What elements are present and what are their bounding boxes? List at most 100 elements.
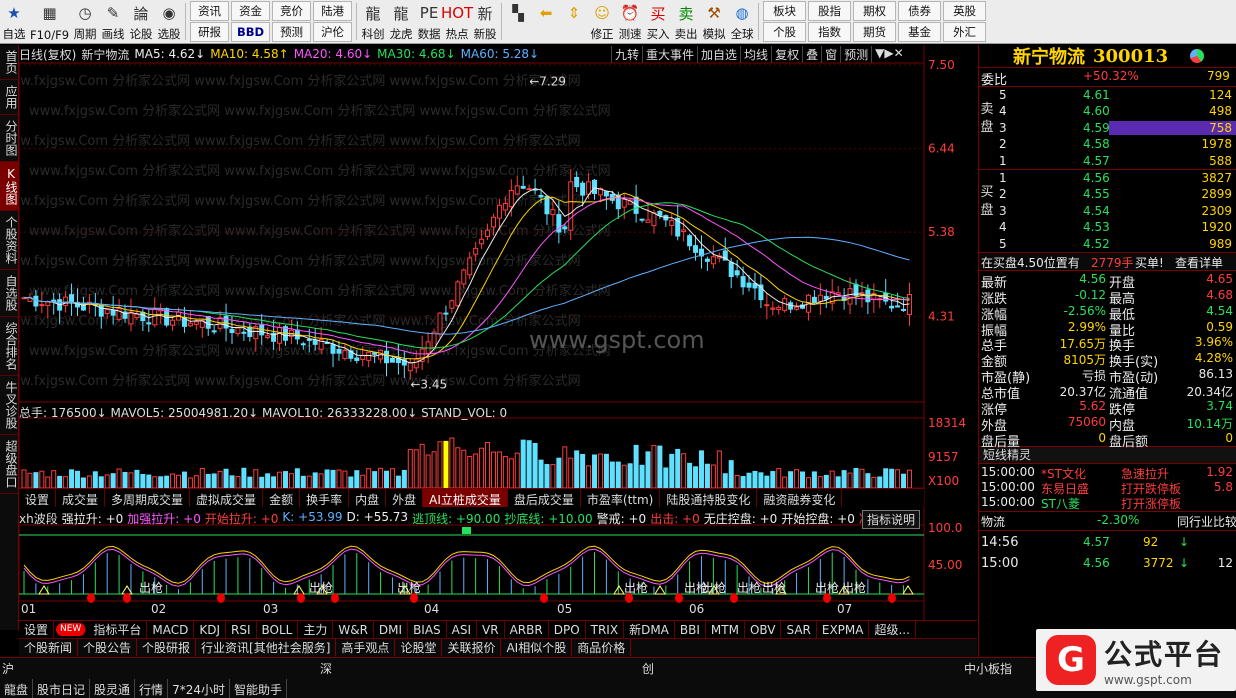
toolbar-button-dragon[interactable]: 龍龙虎 — [387, 0, 415, 43]
left-tab[interactable]: 超级盘口 — [0, 435, 18, 494]
toolbar-button-smile[interactable]: ☺ 修正 — [588, 0, 616, 43]
indicator-platform-tab[interactable]: RSI — [226, 620, 257, 639]
toolbar-cell[interactable]: 陆港 — [313, 1, 353, 21]
industry-compare-button[interactable]: 同行业比较 — [1177, 513, 1236, 530]
left-tab[interactable]: 综合排名 — [0, 317, 18, 376]
toolbar-button-hammer[interactable]: ⚒ 模拟 — [700, 0, 728, 43]
news-tab[interactable]: 个股公告 — [78, 639, 138, 656]
toolbar-button-pe[interactable]: PE 数据 — [415, 0, 443, 43]
left-tab[interactable]: 自选股 — [0, 270, 18, 317]
sprite-row[interactable]: 15:00:00 ST八菱 打开涨停板 — [979, 494, 1236, 511]
left-tab[interactable]: 应用 — [0, 80, 18, 115]
news-tab[interactable]: 论股堂 — [395, 639, 443, 656]
indicator-platform-tab[interactable]: VR — [477, 620, 505, 639]
indicator-tab[interactable]: 金额 — [263, 489, 301, 507]
indicator-platform-tab[interactable]: 设置 — [19, 620, 55, 639]
sprite-row[interactable]: 15:00:00 *ST文化 急速拉升 1.92 — [979, 464, 1236, 481]
left-tab[interactable]: 分时图 — [0, 115, 18, 162]
indicator-tab[interactable]: 多周期成交量 — [105, 489, 191, 507]
toolbar-button-grid-color[interactable]: ▚ — [504, 0, 532, 43]
toolbar-button-dragon[interactable]: 龍科创 — [359, 0, 387, 43]
toolbar-cell[interactable]: 竞价 — [272, 1, 312, 21]
toolbar-cell[interactable]: 沪伦 — [313, 22, 353, 42]
indicator-tab[interactable]: 融资融券变化 — [757, 489, 843, 507]
left-tab[interactable]: 牛叉诊股 — [0, 376, 18, 435]
news-tab[interactable]: 行业资讯[其他社会服务] — [196, 639, 337, 656]
view-detail-link[interactable]: 查看详单 — [1175, 254, 1223, 271]
indicator-tab[interactable]: 陆股通持股变化 — [660, 489, 758, 507]
status-item[interactable]: 股市日记 — [33, 679, 91, 698]
status-item[interactable]: 7*24小时 — [168, 679, 230, 698]
indicator-platform-tab[interactable]: EXPMA — [817, 620, 870, 639]
indicator-platform-tab[interactable]: ARBR — [505, 620, 549, 639]
indicator-help-button[interactable]: 指标说明 — [862, 510, 921, 529]
indicator-tab[interactable]: 盘后成交量 — [508, 489, 581, 507]
indicator-tab[interactable]: 设置 — [19, 489, 57, 507]
news-tab[interactable]: 商品价格 — [572, 639, 632, 656]
indicator-platform-tab[interactable]: TRIX — [586, 620, 625, 639]
indicator-tab[interactable]: 成交量 — [56, 489, 106, 507]
sprite-row[interactable]: 15:00:00 东易日盛 打开跌停板 5.8 — [979, 479, 1236, 496]
toolbar-button-pencil[interactable]: ✎ 画线 — [99, 0, 127, 43]
toolbar-cell[interactable]: BBD — [231, 22, 271, 42]
toolbar-button-alarm-clock[interactable]: ⏰ 测速 — [616, 0, 644, 43]
toolbar-cell[interactable]: 个股 — [763, 22, 807, 42]
toolbar-button-up-down[interactable]: ⇕ — [560, 0, 588, 43]
toolbar-button-gold[interactable]: 論论股 — [127, 0, 155, 43]
news-tab[interactable]: 个股研报 — [137, 639, 197, 656]
toolbar-button-select[interactable]: ◉ 选股 — [155, 0, 183, 43]
indicator-tab[interactable]: 换手率 — [300, 489, 350, 507]
indicator-platform-tab[interactable]: ASI — [447, 620, 478, 639]
toolbar-button-buy[interactable]: 买买入 — [644, 0, 672, 43]
indicator-platform-tab[interactable]: 新DMA — [624, 620, 675, 639]
status-item[interactable]: 龍盘 — [0, 679, 34, 698]
toolbar-button-newstock[interactable]: 新新股 — [471, 0, 499, 43]
indicator-platform-tab[interactable]: MACD — [147, 620, 195, 639]
toolbar-button-star[interactable]: ★ 自选 — [0, 0, 28, 43]
indicator-platform-tab[interactable]: MTM — [706, 620, 745, 639]
indicator-platform-tab[interactable]: DPO — [549, 620, 586, 639]
toolbar-button-monitor[interactable]: ▦ F10/F9 — [28, 0, 71, 43]
index-label[interactable]: 沪 — [2, 660, 14, 677]
indicator-platform-tab[interactable]: DMI — [374, 620, 409, 639]
pie-icon[interactable] — [1190, 49, 1205, 63]
status-item[interactable]: 智能助手 — [230, 679, 287, 698]
toolbar-cell[interactable]: 板块 — [763, 1, 807, 21]
indicator-platform-tab[interactable]: KDJ — [194, 620, 226, 639]
toolbar-cell[interactable]: 预测 — [272, 22, 312, 42]
toolbar-cell[interactable]: 基金 — [898, 22, 942, 42]
indicator-platform-tab[interactable]: OBV — [745, 620, 782, 639]
indicator-tab[interactable]: 市盈率(ttm) — [581, 489, 661, 507]
left-tab[interactable]: 个股资料 — [0, 211, 18, 270]
indicator-platform-tab[interactable]: 超级... — [869, 620, 916, 639]
status-item[interactable]: 行情 — [135, 679, 169, 698]
indicator-platform-tab[interactable]: BOLL — [257, 620, 299, 639]
toolbar-cell[interactable]: 期货 — [853, 22, 897, 42]
indicator-platform-tab[interactable]: BIAS — [408, 620, 447, 639]
indicator-tab[interactable]: 内盘 — [349, 489, 387, 507]
indicator-platform-tab[interactable]: 指标平台 — [88, 620, 148, 639]
toolbar-cell[interactable]: 外汇 — [943, 22, 987, 42]
toolbar-button-hot[interactable]: HOT 热点 — [441, 0, 473, 43]
toolbar-button-globe[interactable]: ◍ 全球 — [728, 0, 756, 43]
toolbar-cell[interactable]: 股指 — [808, 1, 852, 21]
kline-chart-svg[interactable]: 7.50 6.44 5.38 4.31 www.fxjgsw.Com 分析家公式网 ww… — [19, 45, 977, 620]
news-tab[interactable]: 个股新闻 — [19, 639, 79, 656]
toolbar-cell[interactable]: 资金 — [231, 1, 271, 21]
toolbar-button-clock[interactable]: ◷ 周期 — [71, 0, 99, 43]
toolbar-cell[interactable]: 英股 — [943, 1, 987, 21]
toolbar-cell[interactable]: 债券 — [898, 1, 942, 21]
toolbar-cell[interactable]: 研报 — [190, 22, 230, 42]
news-tab[interactable]: 关联报价 — [442, 639, 502, 656]
toolbar-cell[interactable]: 期权 — [853, 1, 897, 21]
indicator-tab[interactable]: AI立桩成交量 — [423, 489, 508, 507]
indicator-platform-tab[interactable]: W&R — [333, 620, 374, 639]
indicator-tab[interactable]: 虚拟成交量 — [190, 489, 264, 507]
index-label[interactable]: 创 — [642, 660, 654, 677]
toolbar-cell[interactable]: 资讯 — [190, 1, 230, 21]
indicator-tab[interactable]: 外盘 — [386, 489, 424, 507]
toolbar-cell[interactable]: 指数 — [808, 22, 852, 42]
indicator-platform-tab[interactable]: SAR — [781, 620, 817, 639]
toolbar-button-sell[interactable]: 卖卖出 — [672, 0, 700, 43]
indicator-platform-tab[interactable]: 主力 — [298, 620, 334, 639]
